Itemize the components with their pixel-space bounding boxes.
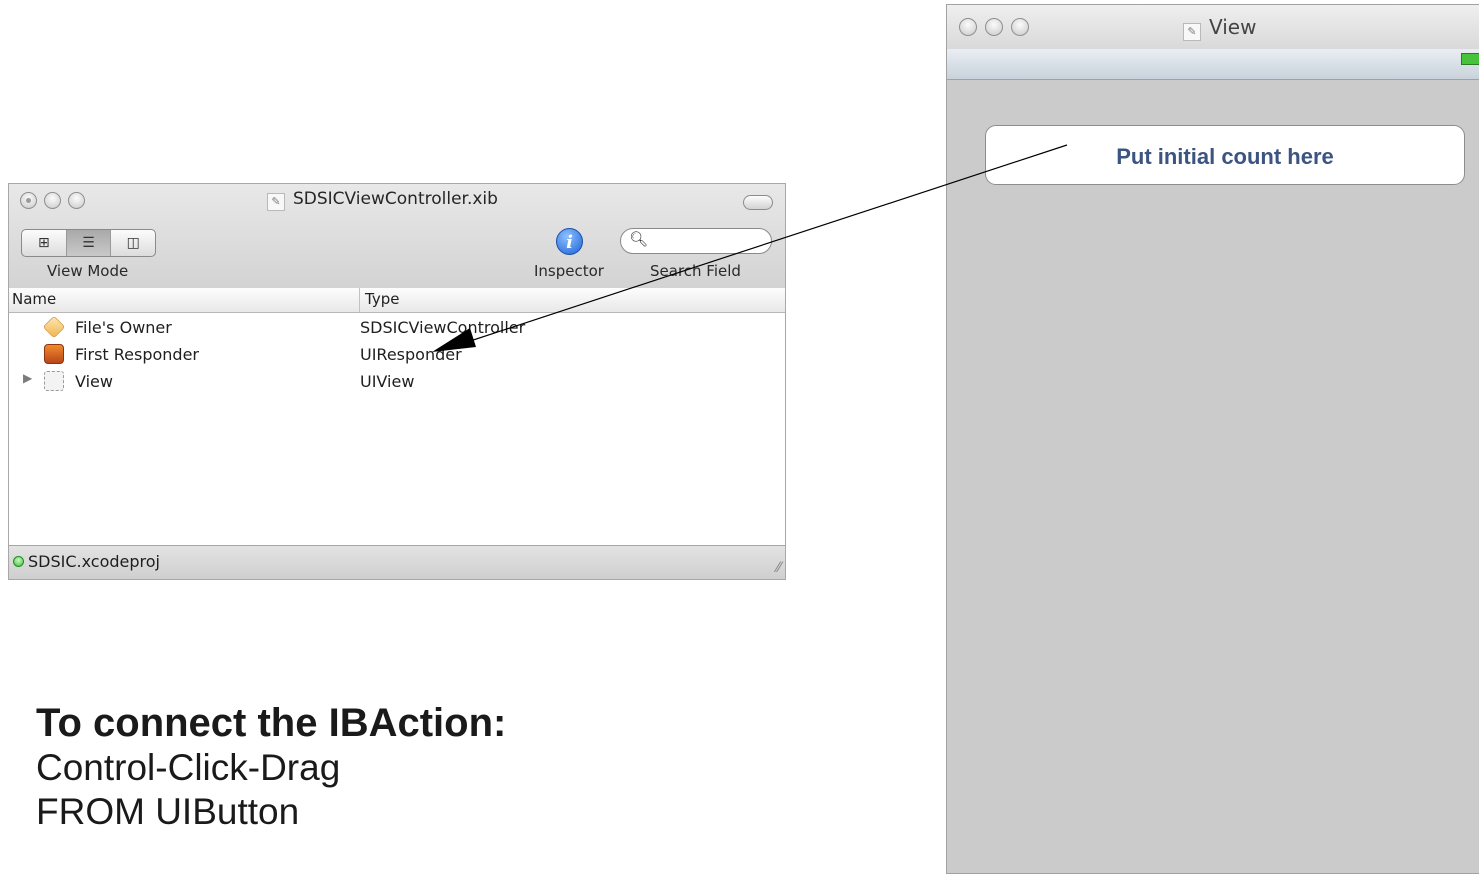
list-lines-icon: ☰: [82, 235, 95, 251]
columns-icon: ◫: [126, 235, 140, 251]
view-icon: [44, 371, 64, 391]
disclosure-triangle-icon[interactable]: ▶: [23, 371, 32, 385]
row-name: First Responder: [75, 345, 199, 364]
battery-icon: [1461, 53, 1479, 65]
row-type: UIResponder: [360, 345, 462, 364]
toolbar-toggle-button[interactable]: [743, 195, 773, 210]
minimize-window-button[interactable]: [44, 192, 61, 209]
inspector-info-icon[interactable]: i: [556, 228, 583, 255]
view-editor-window: ✎ View Put initial count here: [946, 4, 1479, 874]
row-name: View: [75, 372, 113, 391]
instructions-heading: To connect the IBAction:: [36, 701, 507, 745]
instructions-annotation: To connect the IBAction: Control-Click-D…: [36, 700, 506, 834]
icon-view-mode-button[interactable]: ⊞: [22, 230, 67, 256]
outline-row-view[interactable]: ▶ View UIView: [9, 368, 785, 395]
outline-row-first-responder[interactable]: First Responder UIResponder: [9, 341, 785, 368]
row-type: UIView: [360, 372, 415, 391]
window-title: ✎ View: [1183, 15, 1256, 41]
project-status-bar: SDSIC.xcodeproj ⁄⁄: [9, 545, 785, 579]
zoom-window-button[interactable]: [68, 192, 85, 209]
put-initial-count-button[interactable]: Put initial count here: [985, 125, 1465, 185]
row-name: File's Owner: [75, 318, 172, 337]
column-header-name[interactable]: Name: [12, 290, 56, 308]
simulated-status-bar: [947, 49, 1479, 80]
column-divider[interactable]: [359, 288, 360, 312]
outline-row-files-owner[interactable]: File's Owner SDSICViewController: [9, 314, 785, 341]
files-owner-icon: [42, 315, 66, 339]
view-mode-control[interactable]: ⊞ ☰ ◫: [21, 229, 156, 257]
project-status-indicator: [13, 556, 24, 567]
instructions-line: FROM UIButton: [36, 791, 300, 832]
view-mode-label: View Mode: [47, 262, 129, 280]
xib-document-window: ✎ SDSICViewController.xib ⊞ ☰ ◫ View Mode…: [8, 183, 786, 580]
close-window-button[interactable]: [20, 192, 37, 209]
row-type: SDSICViewController: [360, 318, 526, 337]
minimize-window-button[interactable]: [985, 18, 1003, 36]
search-input[interactable]: 🔍︎: [620, 228, 772, 254]
button-title: Put initial count here: [1116, 144, 1334, 169]
outline-header: Name Type: [9, 288, 785, 313]
project-name[interactable]: SDSIC.xcodeproj: [28, 552, 160, 571]
view-window-titlebar: ✎ View: [947, 5, 1479, 49]
icon-grid-icon: ⊞: [37, 235, 50, 251]
search-field-label: Search Field: [650, 262, 741, 280]
xib-toolbar: ✎ SDSICViewController.xib ⊞ ☰ ◫ View Mode…: [9, 184, 785, 289]
column-header-type[interactable]: Type: [365, 290, 399, 308]
inspector-label: Inspector: [534, 262, 604, 280]
close-window-button[interactable]: [959, 18, 977, 36]
column-view-mode-button[interactable]: ◫: [111, 230, 155, 256]
list-view-mode-button[interactable]: ☰: [66, 230, 112, 256]
first-responder-icon: [44, 344, 64, 364]
xib-document-icon: ✎: [1183, 23, 1201, 41]
zoom-window-button[interactable]: [1011, 18, 1029, 36]
resize-grip-icon[interactable]: ⁄⁄: [776, 560, 781, 576]
window-title: ✎ SDSICViewController.xib: [267, 189, 498, 211]
search-icon: 🔍︎: [629, 230, 649, 248]
instructions-line: Control-Click-Drag: [36, 747, 341, 788]
xib-document-icon: ✎: [267, 193, 285, 211]
